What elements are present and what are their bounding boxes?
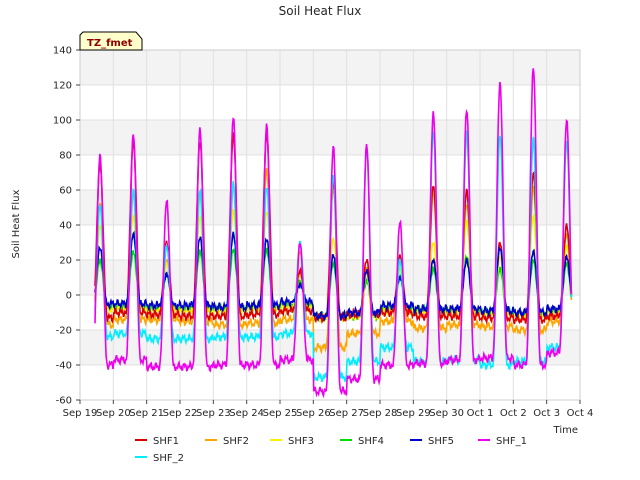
x-tick-label: Sep 20	[96, 408, 131, 419]
x-tick-label: Sep 21	[129, 408, 164, 419]
x-tick-label: Sep 26	[296, 408, 331, 419]
plot-band	[80, 155, 580, 190]
x-tick-label: Sep 29	[396, 408, 431, 419]
y-tick-label: -60	[56, 396, 72, 407]
badge-label: TZ_fmet	[87, 38, 133, 49]
x-tick-label: Sep 27	[329, 408, 364, 419]
x-tick-label: Sep 22	[163, 408, 198, 419]
legend-label: SHF_1	[496, 436, 527, 447]
legend-label: SHF2	[223, 436, 249, 447]
plot-band	[80, 365, 580, 400]
x-tick-label: Oct 3	[533, 408, 560, 419]
x-tick-label: Oct 4	[567, 408, 594, 419]
legend-label: SHF5	[428, 436, 454, 447]
y-tick-label: 20	[59, 256, 72, 267]
y-axis-label: Soil Heat Flux	[11, 189, 22, 258]
plot-band	[80, 50, 580, 85]
x-tick-label: Sep 24	[229, 408, 264, 419]
y-tick-label: 120	[53, 81, 72, 92]
x-tick-label: Sep 25	[263, 408, 298, 419]
chart-title: Soil Heat Flux	[279, 4, 362, 18]
y-tick-label: 60	[59, 186, 72, 197]
y-tick-label: 80	[59, 151, 72, 162]
legend-label: SHF1	[153, 436, 179, 447]
x-tick-label: Sep 19	[63, 408, 98, 419]
plot-band	[80, 120, 580, 155]
x-tick-label: Oct 2	[500, 408, 527, 419]
x-tick-label: Sep 28	[363, 408, 398, 419]
y-tick-label: 100	[53, 116, 72, 127]
x-tick-label: Oct 1	[467, 408, 494, 419]
y-tick-label: 40	[59, 221, 72, 232]
x-tick-label: Sep 23	[196, 408, 231, 419]
x-tick-label: Sep 30	[429, 408, 464, 419]
plot-band	[80, 85, 580, 120]
legend-label: SHF_2	[153, 453, 184, 464]
legend-label: SHF3	[288, 436, 314, 447]
chart-svg: Soil Heat Flux -60 -40 -20 0 20 40 60 80 100 120 1…	[0, 0, 640, 480]
x-axis-label: Time	[553, 425, 578, 436]
y-tick-label: 0	[66, 291, 72, 302]
y-tick-label: -40	[56, 361, 72, 372]
y-tick-label: -20	[56, 326, 72, 337]
y-tick-label: 140	[53, 46, 72, 57]
legend-label: SHF4	[358, 436, 384, 447]
station-badge: TZ_fmet	[79, 31, 143, 51]
